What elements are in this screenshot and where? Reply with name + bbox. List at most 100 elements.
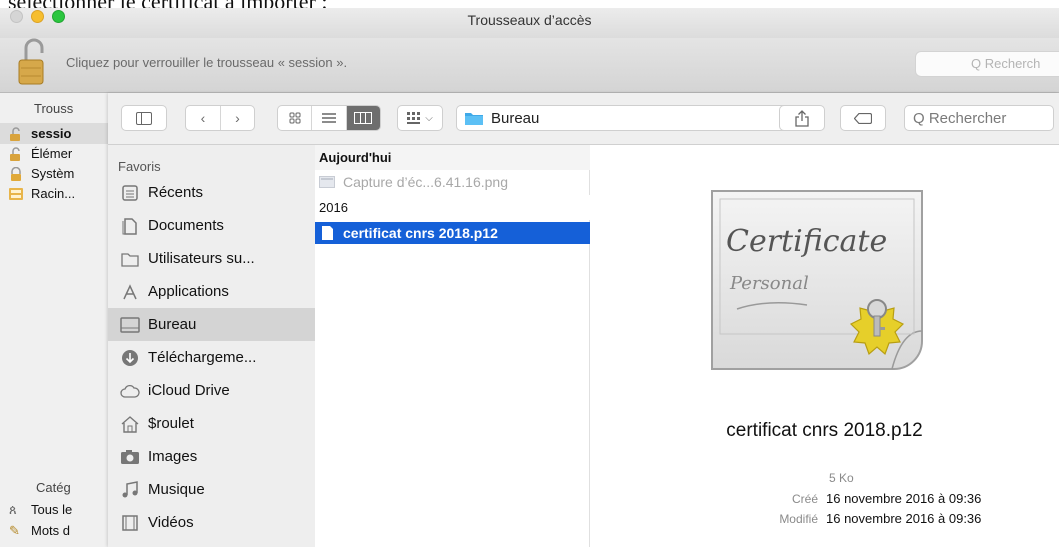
certificate-file-icon [322,226,333,240]
sidebar-item-documents[interactable]: Documents [108,209,315,242]
list-icon [321,113,336,123]
sidebar-toggle-button[interactable] [121,105,167,131]
grid-icon [289,112,301,124]
keychain-item-session[interactable]: sessio [0,123,108,144]
category-item-all[interactable]: ጰ Tous le [0,499,108,520]
favorite-label: Vidéos [148,514,194,531]
created-label: Créé [791,492,818,506]
favorites-header: Favoris [118,159,161,174]
film-icon [120,513,140,533]
dialog-search-field[interactable]: Q Rechercher [904,105,1054,131]
category-item-passwords[interactable]: ✎ Mots d [0,520,108,541]
tag-button[interactable] [840,105,886,131]
window-title: Trousseaux d’accès [467,12,592,28]
sidebar-item-shared-users[interactable]: Utilisateurs su... [108,242,315,275]
applications-icon [120,282,140,302]
favorite-label: Utilisateurs su... [148,250,255,267]
group-view-button[interactable]: ⌵ [397,105,443,131]
open-lock-icon [10,146,20,161]
chevron-left-icon: ‹ [200,110,206,126]
downloads-icon [120,348,140,368]
icon-view-button[interactable] [278,106,313,130]
file-name: Capture d’éc...6.41.16.png [343,174,509,190]
file-preview: Certificate Personal certificat cnrs 201… [590,145,1059,547]
file-column: Aujourd'hui Capture d’éc...6.41.16.png 2… [315,145,590,547]
sidebar-item-icloud[interactable]: iCloud Drive [108,374,315,407]
created-value: 16 novembre 2016 à 09:36 [826,491,982,506]
section-header-today: Aujourd'hui [315,145,590,170]
back-button[interactable]: ‹ [186,106,220,130]
share-button[interactable] [779,105,825,131]
keychain-label: Racin... [31,186,76,201]
modified-label: Modifié [779,512,818,526]
open-file-dialog: ‹ › ⌵ Bureau ⇳ Q Rec [108,93,1059,547]
category-label: Mots d [31,523,71,538]
sidebar-item-desktop[interactable]: Bureau [108,308,315,341]
keychain-item-roots[interactable]: Racin... [0,183,108,204]
favorite-label: Applications [148,283,229,300]
favorite-label: Téléchargeme... [148,349,257,366]
category-label: Tous le [31,502,73,517]
pencil-icon: ✎ [9,522,20,538]
file-row-certificate[interactable]: certificat cnrs 2018.p12 [315,222,590,244]
sidebar-item-downloads[interactable]: Téléchargeme... [108,341,315,374]
camera-icon [120,447,140,467]
favorite-label: Bureau [148,316,197,333]
recents-icon [120,183,140,203]
sidebar-item-applications[interactable]: Applications [108,275,315,308]
tag-icon [854,112,872,124]
keychain-item-system[interactable]: Systèm [0,163,108,184]
location-popup[interactable]: Bureau ⇳ [456,105,816,131]
sidebar-item-images[interactable]: Images [108,440,315,473]
keychain-label: sessio [31,126,72,141]
lock-bar: Cliquez pour verrouiller le trousseau « … [0,38,1059,93]
certificate-subtitle-text: Personal [729,273,809,294]
group-grid-icon [407,112,421,124]
columns-icon [354,112,373,124]
documents-icon [120,216,140,236]
certificate-cabinet-icon [9,187,23,200]
file-size: 5 Ko [829,471,854,485]
folder-icon [120,249,140,269]
sidebar-item-music[interactable]: Musique [108,473,315,506]
file-row-screenshot[interactable]: Capture d’éc...6.41.16.png [315,171,590,193]
section-header-2016: 2016 [315,195,590,220]
lock-message[interactable]: Cliquez pour verrouiller le trousseau « … [66,55,347,70]
image-file-icon [319,176,335,188]
lock-icon [11,166,21,181]
keychain-label: Élémer [31,146,73,161]
category-header: Catég [36,480,71,495]
location-label: Bureau [491,109,540,127]
chevron-right-icon: › [235,110,240,126]
desktop-icon [120,315,140,335]
sidebar-item-recents[interactable]: Récents [108,176,315,209]
cloud-icon [120,381,140,401]
open-lock-icon[interactable] [17,38,47,86]
favorites-sidebar: Favoris Récents Documents Utilisateurs s… [108,145,315,547]
sidebar-item-videos[interactable]: Vidéos [108,506,315,539]
favorite-label: $roulet [148,415,194,432]
open-lock-icon [10,126,20,141]
keychains-header: Trouss [34,101,74,116]
modified-value: 16 novembre 2016 à 09:36 [826,511,982,526]
keychain-search-field[interactable]: Q Recherch [915,51,1059,77]
certificate-title-text: Certificate [726,224,887,259]
back-forward-control: ‹ › [185,105,255,131]
keychain-item-elements[interactable]: Élémer [0,143,108,164]
certificate-icon: Certificate Personal [711,190,923,370]
share-icon [795,109,809,127]
list-view-button[interactable] [312,106,347,130]
column-view-button[interactable] [346,106,380,130]
desktop-folder-icon [465,113,483,125]
forward-button[interactable]: › [220,106,254,130]
dialog-toolbar: ‹ › ⌵ Bureau ⇳ Q Rec [108,93,1059,145]
music-note-icon [120,480,140,500]
window-titlebar: Trousseaux d’accès [0,8,1059,38]
home-icon [120,414,140,434]
file-name: certificat cnrs 2018.p12 [343,225,498,241]
all-items-icon: ጰ [9,501,17,517]
favorite-label: iCloud Drive [148,382,230,399]
keychain-sidebar: Trouss sessio Élémer Systèm Racin... Cat… [0,93,108,547]
sidebar-item-home[interactable]: $roulet [108,407,315,440]
chevron-down-icon: ⌵ [425,112,433,124]
